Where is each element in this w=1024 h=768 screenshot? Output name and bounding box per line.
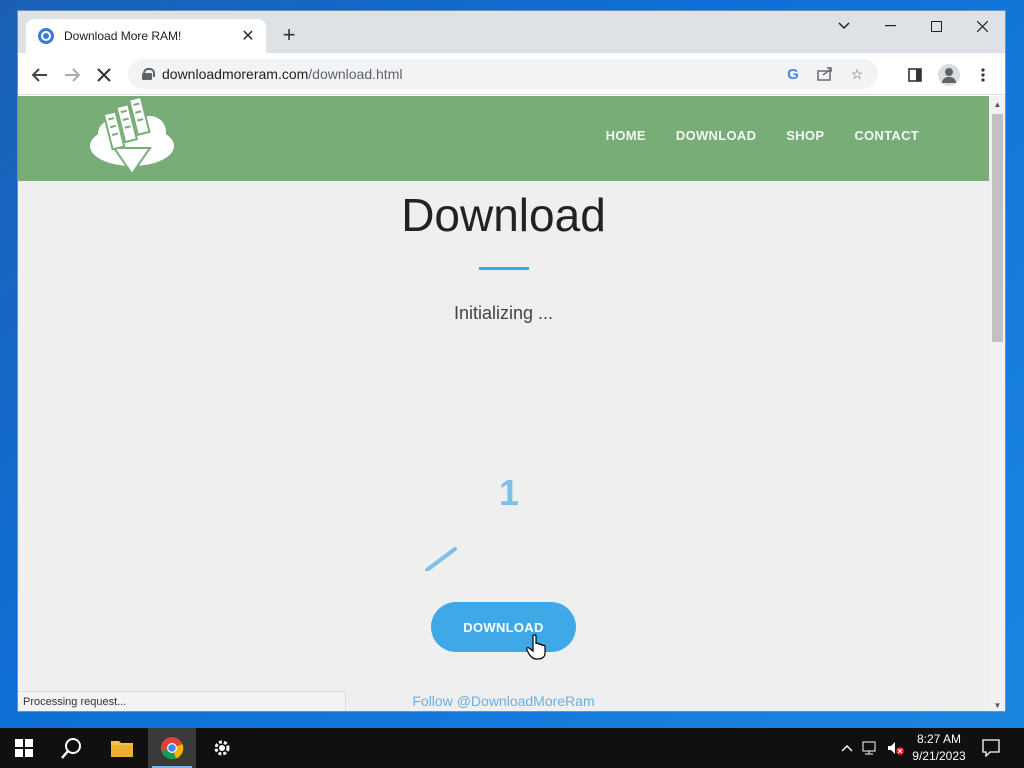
maximize-icon[interactable]: [913, 11, 959, 41]
google-lens-icon[interactable]: G: [782, 63, 804, 85]
close-window-icon[interactable]: [959, 11, 1005, 41]
status-message: Initializing ...: [453, 303, 554, 323]
clock-date: 9/21/2023: [912, 749, 966, 763]
nav-contact-link[interactable]: CONTACT: [854, 128, 919, 143]
vertical-scrollbar[interactable]: ▲ ▼: [989, 96, 1005, 711]
start-icon[interactable]: [0, 728, 48, 768]
profile-avatar-icon[interactable]: [935, 61, 963, 89]
countdown-number: 1: [499, 472, 519, 513]
minimize-icon[interactable]: [867, 11, 913, 41]
page-viewport: HOME DOWNLOAD SHOP CONTACT Download Init…: [18, 96, 989, 711]
scroll-up-icon[interactable]: ▲: [989, 96, 1005, 112]
file-explorer-icon[interactable]: [98, 728, 146, 768]
address-bar[interactable]: downloadmoreram.com/download.html G ☆: [128, 59, 878, 89]
taskbar: 8:27 AM 9/21/2023: [0, 728, 1024, 768]
new-tab-button[interactable]: +: [276, 23, 302, 49]
search-icon[interactable]: [48, 728, 96, 768]
nav-home-link[interactable]: HOME: [606, 128, 646, 143]
volume-muted-icon[interactable]: [886, 738, 904, 758]
browser-tab[interactable]: Download More RAM! ✕: [26, 19, 266, 53]
status-bar: Processing request...: [18, 691, 346, 711]
site-header: HOME DOWNLOAD SHOP CONTACT: [18, 96, 989, 181]
nav-download-link[interactable]: DOWNLOAD: [676, 128, 756, 143]
stop-loading-icon[interactable]: [90, 61, 118, 89]
site-favicon-icon: [38, 28, 54, 44]
lock-icon: [142, 68, 155, 80]
chrome-icon[interactable]: [148, 728, 196, 768]
forward-icon[interactable]: [58, 61, 86, 89]
nav-shop-link[interactable]: SHOP: [786, 128, 824, 143]
site-nav: HOME DOWNLOAD SHOP CONTACT: [606, 128, 919, 143]
scroll-down-icon[interactable]: ▼: [989, 697, 1005, 711]
back-icon[interactable]: [26, 61, 54, 89]
window-controls: [821, 11, 1005, 41]
tab-close-icon[interactable]: ✕: [240, 26, 256, 46]
countdown-spinner: 1: [425, 472, 519, 571]
menu-kebab-icon[interactable]: [969, 61, 997, 89]
scroll-thumb[interactable]: [992, 114, 1003, 342]
tab-strip: Download More RAM! ✕ +: [18, 11, 1005, 53]
network-icon[interactable]: [862, 738, 880, 758]
tab-search-icon[interactable]: [821, 11, 867, 41]
system-clock[interactable]: 8:27 AM 9/21/2023: [905, 731, 973, 765]
share-icon[interactable]: [814, 63, 836, 85]
bookmark-star-icon[interactable]: ☆: [846, 63, 868, 85]
tab-title: Download More RAM!: [64, 29, 182, 43]
download-button[interactable]: DOWNLOAD: [431, 602, 576, 652]
site-logo-icon[interactable]: [86, 98, 178, 178]
clock-time: 8:27 AM: [916, 732, 962, 746]
url-text: downloadmoreram.com/download.html: [162, 66, 403, 82]
toolbar-right: [901, 61, 997, 89]
title-divider: [479, 267, 529, 270]
browser-toolbar: downloadmoreram.com/download.html G ☆: [18, 53, 1005, 95]
settings-icon[interactable]: [198, 728, 246, 768]
hand-cursor-icon: [526, 634, 546, 660]
tray-chevron-up-icon[interactable]: [838, 738, 856, 758]
browser-window: Download More RAM! ✕ + downloadmoreram.c…: [17, 10, 1006, 712]
side-panel-icon[interactable]: [901, 61, 929, 89]
omnibox-actions: G ☆: [782, 63, 868, 85]
notifications-icon[interactable]: [982, 738, 1000, 758]
page-title: Download: [401, 189, 606, 241]
